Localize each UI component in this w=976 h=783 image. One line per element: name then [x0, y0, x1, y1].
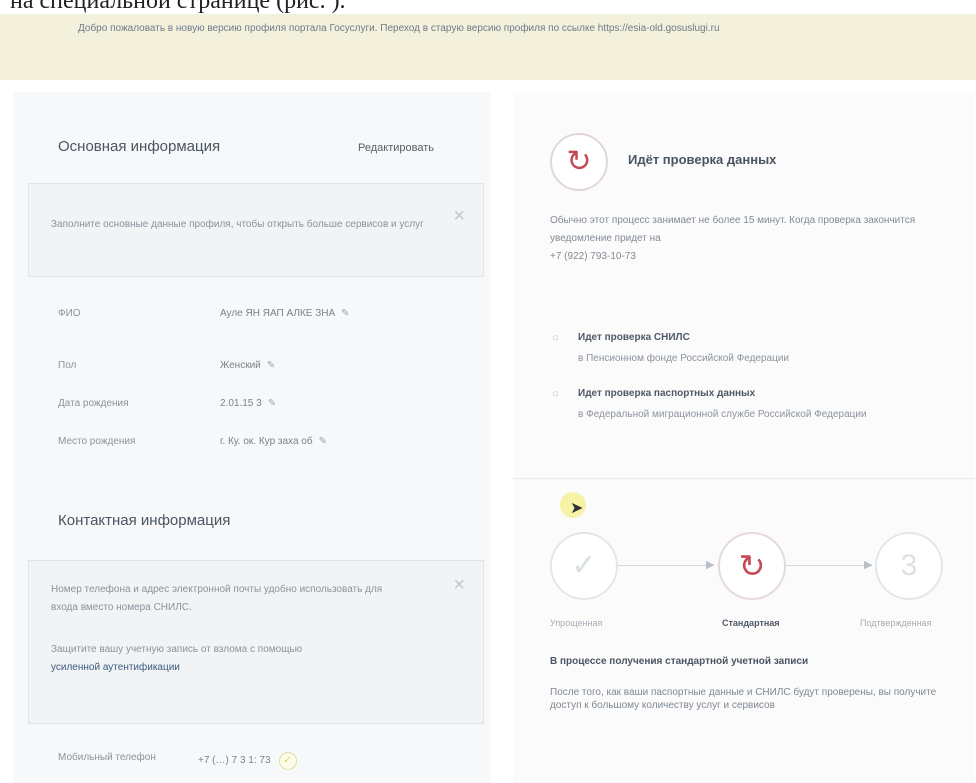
arrow-right-icon: ▶ — [864, 559, 873, 571]
arrow-right-icon: ▶ — [706, 559, 715, 571]
contact-info-title: Контактная информация — [58, 512, 231, 529]
profile-row-fio: ФИО Ауле ЯН ЯАП АЛКЕ ЗНА ✎ — [58, 308, 478, 330]
row-value: 2.01.15 3 ✎ — [220, 398, 277, 409]
document-caption: на специальной странице (рис. ). — [10, 0, 346, 14]
row-value: +7 (…) 7 3 1: 73 ✓ — [198, 752, 297, 770]
row-label: ФИО — [58, 308, 81, 319]
row-value: г. Ку. ок. Кур заха об ✎ — [220, 436, 327, 447]
check-title: Идет проверка паспортных данных — [578, 388, 756, 399]
step-standard-icon: ↻ — [718, 532, 786, 600]
step-connector — [618, 565, 714, 566]
edit-profile-link[interactable]: Редактировать — [358, 142, 434, 154]
notification-phone: +7 (922) 793-10-73 — [550, 251, 636, 262]
profile-row-mobile: Мобильный телефон +7 (…) 7 3 1: 73 ✓ — [58, 752, 478, 774]
verified-check-icon: ✓ — [278, 752, 297, 770]
check-snils: ○ Идет проверка СНИЛС в Пенсионном фонде… — [552, 332, 952, 376]
main-info-notice-text: Заполните основные данные профиля, чтобы… — [51, 219, 424, 230]
profile-row-birthdate: Дата рождения 2.01.15 3 ✎ — [58, 398, 478, 420]
row-value: Ауле ЯН ЯАП АЛКЕ ЗНА ✎ — [220, 308, 350, 319]
profile-row-birthplace: Место рождения г. Ку. ок. Кур заха об ✎ — [58, 436, 478, 458]
profile-row-gender: Пол Женский ✎ — [58, 360, 478, 382]
process-title: В процессе получения стандартной учетной… — [550, 656, 809, 667]
check-subtitle: в Пенсионном фонде Российской Федерации — [578, 353, 789, 364]
step-connector — [786, 565, 872, 566]
edit-icon[interactable]: ✎ — [267, 360, 275, 371]
strong-auth-link[interactable]: усиленной аутентификации — [51, 662, 180, 673]
refresh-status-icon: ↻ — [550, 133, 608, 191]
contact-notice-protect-text: Защитите вашу учетную запись от взлома с… — [51, 644, 303, 673]
step-simplified-icon: ✓ — [550, 532, 618, 600]
close-icon[interactable]: × — [453, 206, 465, 226]
step-label-confirmed: Подтвержденная — [860, 618, 932, 628]
contact-info-notice: Номер телефона и адрес электронной почты… — [28, 560, 484, 724]
edit-icon[interactable]: ✎ — [268, 398, 276, 409]
banner-text[interactable]: Добро пожаловать в новую версию профиля … — [78, 22, 898, 36]
main-info-notice: Заполните основные данные профиля, чтобы… — [28, 183, 484, 277]
row-value: Женский ✎ — [220, 360, 276, 371]
process-text: После того, как ваши паспортные данные и… — [550, 687, 937, 711]
main-info-title: Основная информация — [58, 138, 221, 155]
mouse-cursor-icon: ➤ — [570, 500, 584, 517]
check-subtitle: в Федеральной миграционной службе Россий… — [578, 409, 867, 420]
row-label: Мобильный телефон — [58, 752, 156, 763]
info-banner: Добро пожаловать в новую версию профиля … — [0, 14, 976, 80]
close-icon[interactable]: × — [453, 575, 465, 595]
pending-icon: ○ — [552, 388, 559, 400]
section-divider — [513, 478, 975, 479]
edit-icon[interactable]: ✎ — [341, 308, 349, 319]
check-passport: ○ Идет проверка паспортных данных в Феде… — [552, 388, 952, 450]
step-label-simplified: Упрощенная — [550, 618, 603, 628]
pending-icon: ○ — [552, 332, 559, 344]
row-label: Место рождения — [58, 436, 136, 447]
step-label-standard: Стандартная — [722, 618, 780, 628]
contact-notice-text: Номер телефона и адрес электронной почты… — [51, 584, 383, 613]
step-confirmed-icon: 3 — [875, 532, 943, 600]
status-title: Идёт проверка данных — [628, 152, 777, 167]
check-title: Идет проверка СНИЛС — [578, 332, 690, 343]
edit-icon[interactable]: ✎ — [319, 436, 327, 447]
row-label: Дата рождения — [58, 398, 129, 409]
status-description: Обычно этот процесс занимает не более 15… — [550, 215, 916, 262]
row-label: Пол — [58, 360, 77, 371]
